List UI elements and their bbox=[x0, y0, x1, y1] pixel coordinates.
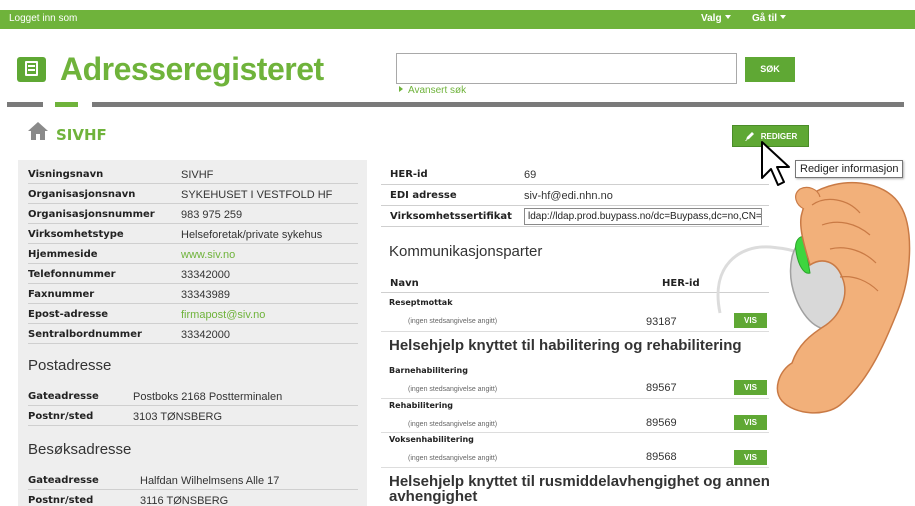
detail-label: Organisasjonsnummer bbox=[28, 209, 155, 220]
her-id-value: 69 bbox=[524, 169, 537, 181]
detail-label: Organisasjonsnavn bbox=[28, 189, 136, 200]
search-button[interactable]: SØK bbox=[745, 57, 795, 82]
col-herid-header: HER-id bbox=[662, 278, 700, 289]
detail-label: Telefonnummer bbox=[28, 269, 116, 280]
address-label: Gateadresse bbox=[28, 391, 99, 402]
her-id-label: HER-id bbox=[390, 169, 428, 180]
cert-label: Virksomhetssertifikat bbox=[390, 211, 512, 222]
detail-label: Sentralbordnummer bbox=[28, 329, 142, 340]
group-heading: Helsehjelp knyttet til habilitering og r… bbox=[389, 337, 742, 354]
besoksadresse-heading: Besøksadresse bbox=[28, 441, 132, 458]
address-book-icon bbox=[17, 57, 46, 82]
detail-value: 33342000 bbox=[181, 269, 230, 281]
detail-row: Telefonnummer 33342000 bbox=[28, 264, 358, 284]
divider bbox=[92, 102, 904, 107]
logged-in-label: Logget inn som bbox=[9, 13, 78, 24]
party-location: (ingen stedsangivelse angitt) bbox=[408, 421, 498, 428]
page-title: SIVHF bbox=[56, 126, 107, 144]
divider bbox=[381, 467, 769, 468]
address-label: Postnr/sted bbox=[28, 411, 94, 422]
address-value: Halfdan Wilhelmsens Alle 17 bbox=[140, 475, 280, 487]
vis-button[interactable]: VIS bbox=[734, 450, 767, 465]
advanced-search-link[interactable]: Avansert søk bbox=[399, 85, 466, 96]
detail-label: Hjemmeside bbox=[28, 249, 98, 260]
pencil-icon bbox=[744, 132, 754, 141]
party-her-id: 93187 bbox=[646, 316, 677, 328]
detail-value: 983 975 259 bbox=[181, 209, 243, 221]
detail-label: Faxnummer bbox=[28, 289, 95, 300]
menu-valg[interactable]: Valg bbox=[701, 13, 731, 24]
detail-row: Visningsnavn SIVHF bbox=[28, 164, 358, 184]
detail-value: 33343989 bbox=[181, 289, 230, 301]
detail-row: Hjemmeside www.siv.no bbox=[28, 244, 358, 264]
arrow-cursor-icon bbox=[761, 141, 790, 186]
party-name: Rehabilitering bbox=[389, 401, 453, 410]
party-location: (ingen stedsangivelse angitt) bbox=[408, 455, 498, 462]
detail-row: Sentralbordnummer 33342000 bbox=[28, 324, 358, 344]
party-location: (ingen stedsangivelse angitt) bbox=[408, 386, 498, 393]
address-value: Postboks 2168 Postterminalen bbox=[133, 391, 283, 403]
caret-down-icon bbox=[780, 15, 787, 19]
detail-value: SIVHF bbox=[181, 169, 214, 181]
party-her-id: 89569 bbox=[646, 417, 677, 429]
detail-row: Epost-adresse firmapost@siv.no bbox=[28, 304, 358, 324]
address-row: Postnr/sted 3103 TØNSBERG bbox=[28, 406, 358, 426]
party-her-id: 89567 bbox=[646, 382, 677, 394]
triangle-right-icon bbox=[399, 86, 403, 92]
homepage-link[interactable]: www.siv.no bbox=[181, 249, 235, 261]
detail-row: Faxnummer 33343989 bbox=[28, 284, 358, 304]
detail-value: SYKEHUSET I VESTFOLD HF bbox=[181, 189, 333, 201]
party-name: Voksenhabilitering bbox=[389, 435, 474, 444]
address-label: Gateadresse bbox=[28, 475, 99, 486]
menu-ga-til[interactable]: Gå til bbox=[752, 13, 787, 24]
komm-heading: Kommunikasjonsparter bbox=[389, 243, 543, 260]
party-location: (ingen stedsangivelse angitt) bbox=[408, 318, 498, 325]
col-name-header: Navn bbox=[390, 278, 419, 289]
address-row: Postnr/sted 3116 TØNSBERG bbox=[28, 490, 358, 506]
party-her-id: 89568 bbox=[646, 451, 677, 463]
party-name: Reseptmottak bbox=[389, 298, 453, 307]
edi-value: siv-hf@edi.nhn.no bbox=[524, 190, 613, 202]
detail-label: Visningsnavn bbox=[28, 169, 104, 180]
menu-valg-label: Valg bbox=[701, 13, 722, 24]
address-row: Gateadresse Halfdan Wilhelmsens Alle 17 bbox=[28, 470, 358, 490]
divider bbox=[55, 102, 78, 107]
detail-row: Organisasjonsnavn SYKEHUSET I VESTFOLD HF bbox=[28, 184, 358, 204]
address-row: Gateadresse Postboks 2168 Postterminalen bbox=[28, 386, 358, 406]
detail-row: Organisasjonsnummer 983 975 259 bbox=[28, 204, 358, 224]
advanced-search-label: Avansert søk bbox=[408, 85, 467, 96]
app-title[interactable]: Adresseregisteret bbox=[60, 51, 324, 88]
group-heading: Helsehjelp knyttet til rusmiddelavhengig… bbox=[389, 473, 770, 505]
detail-label: Virksomhetstype bbox=[28, 229, 124, 240]
search-input[interactable] bbox=[396, 53, 737, 84]
hand-mouse-icon bbox=[716, 182, 911, 414]
party-name: Barnehabilitering bbox=[389, 366, 468, 375]
detail-label: Epost-adresse bbox=[28, 309, 109, 320]
caret-down-icon bbox=[724, 15, 731, 19]
top-bar: Logget inn som Valg Gå til bbox=[0, 10, 915, 29]
detail-value: Helseforetak/private sykehus bbox=[181, 229, 323, 241]
address-value: 3103 TØNSBERG bbox=[133, 411, 223, 423]
home-icon[interactable] bbox=[27, 121, 49, 141]
detail-value: 33342000 bbox=[181, 329, 230, 341]
detail-row: Virksomhetstype Helseforetak/private syke… bbox=[28, 224, 358, 244]
address-value: 3116 TØNSBERG bbox=[140, 495, 229, 506]
divider bbox=[7, 102, 43, 107]
email-link[interactable]: firmapost@siv.no bbox=[181, 309, 265, 321]
menu-ga-til-label: Gå til bbox=[752, 13, 778, 24]
edi-label: EDI adresse bbox=[390, 190, 457, 201]
address-label: Postnr/sted bbox=[28, 495, 94, 506]
postadresse-heading: Postadresse bbox=[28, 357, 112, 374]
